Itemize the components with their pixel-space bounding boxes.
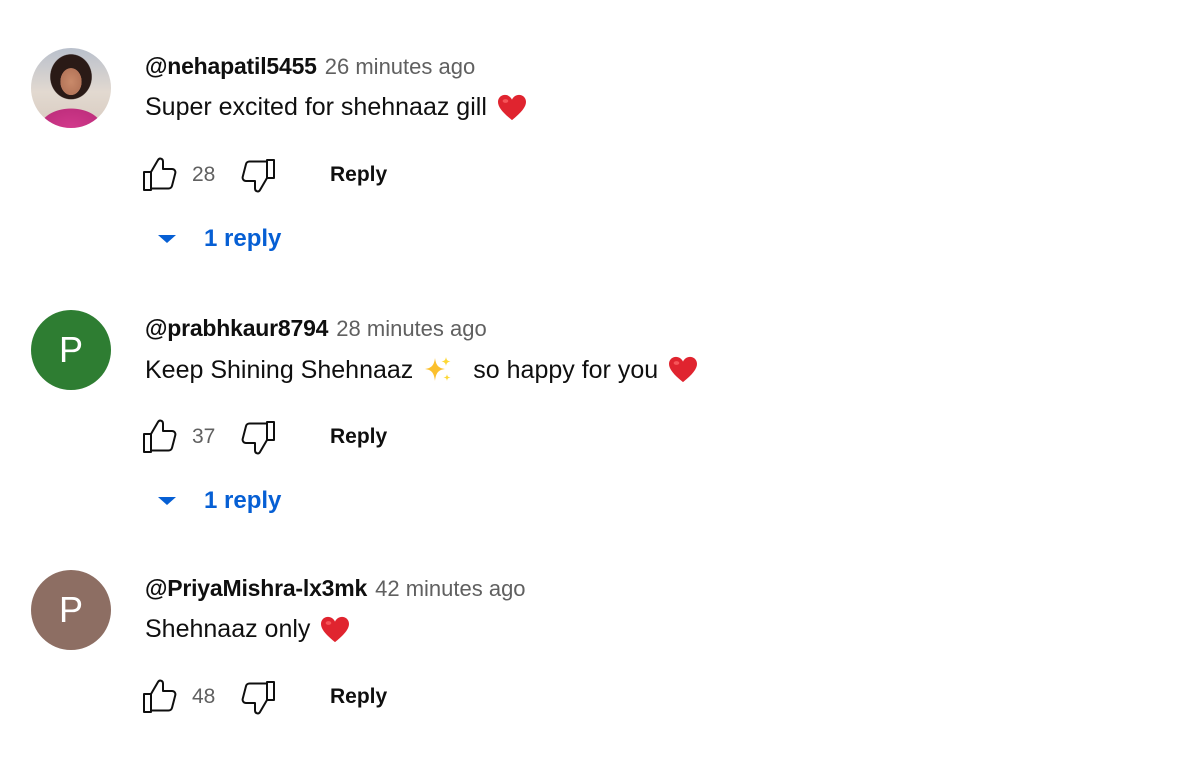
replies-count-label[interactable]: 1 reply (204, 225, 281, 253)
username[interactable]: @prabhkaur8794 (145, 315, 328, 342)
heart-emoji-icon (497, 94, 526, 120)
avatar-letter: P (58, 329, 83, 370)
like-button[interactable] (140, 155, 180, 195)
timestamp[interactable]: 42 minutes ago (375, 576, 525, 602)
like-button[interactable] (140, 677, 180, 717)
comment-2: P @prabhkaur8794 28 minutes ago Keep Shi… (0, 262, 1200, 514)
like-button[interactable] (140, 417, 180, 457)
action-bar: 28 Reply (140, 155, 387, 195)
dislike-button[interactable] (238, 677, 278, 717)
like-count: 28 (192, 163, 216, 186)
dislike-button[interactable] (238, 155, 278, 195)
thumbs-up-icon (143, 419, 177, 453)
comment-text: Super excited for shehnaaz gill (145, 93, 527, 122)
avatar[interactable]: P (31, 310, 111, 390)
comment-header: @nehapatil5455 26 minutes ago (145, 53, 475, 83)
thumbs-down-icon (241, 681, 275, 715)
action-bar: 48 Reply (140, 677, 387, 717)
comment-text-part: Keep Shining Shehnaaz (145, 355, 414, 384)
heart-emoji-icon (669, 356, 698, 383)
comment-text: Keep Shining Shehnaaz so happy for you (145, 355, 698, 385)
comment-header: @prabhkaur8794 28 minutes ago (145, 315, 487, 345)
timestamp[interactable]: 28 minutes ago (336, 316, 486, 342)
like-count: 48 (192, 685, 216, 708)
comment-text: Shehnaaz only (145, 615, 350, 644)
view-replies-button[interactable]: 1 reply (156, 484, 281, 518)
dislike-button[interactable] (238, 417, 278, 457)
replies-count-label[interactable]: 1 reply (204, 487, 281, 515)
reply-button[interactable]: Reply (330, 157, 387, 193)
comment-text-part: Shehnaaz only (145, 615, 311, 643)
avatar[interactable] (31, 48, 111, 128)
avatar[interactable]: P (31, 570, 111, 650)
username[interactable]: @PriyaMishra-lx3mk (145, 575, 367, 602)
caret-down-icon (158, 497, 176, 505)
comment-3: P @PriyaMishra-lx3mk 42 minutes ago Sheh… (0, 522, 1200, 762)
like-count: 37 (192, 425, 216, 448)
comment-text-part: so happy for you (473, 355, 659, 384)
thumbs-down-icon (241, 421, 275, 455)
username[interactable]: @nehapatil5455 (145, 53, 317, 80)
thumbs-up-icon (143, 679, 177, 713)
comment-1: @nehapatil5455 26 minutes ago Super exci… (0, 0, 1200, 252)
sparkles-emoji-icon (425, 357, 451, 381)
timestamp[interactable]: 26 minutes ago (325, 54, 475, 80)
heart-emoji-icon (321, 616, 350, 642)
thumbs-up-icon (143, 157, 177, 191)
avatar-letter: P (58, 589, 83, 630)
reply-button[interactable]: Reply (330, 419, 387, 455)
reply-button[interactable]: Reply (330, 679, 387, 715)
comment-text-part: Super excited for shehnaaz gill (145, 93, 487, 121)
comment-header: @PriyaMishra-lx3mk 42 minutes ago (145, 575, 526, 605)
caret-down-icon (158, 235, 176, 243)
view-replies-button[interactable]: 1 reply (156, 222, 281, 256)
action-bar: 37 Reply (140, 417, 387, 457)
thumbs-down-icon (241, 159, 275, 193)
